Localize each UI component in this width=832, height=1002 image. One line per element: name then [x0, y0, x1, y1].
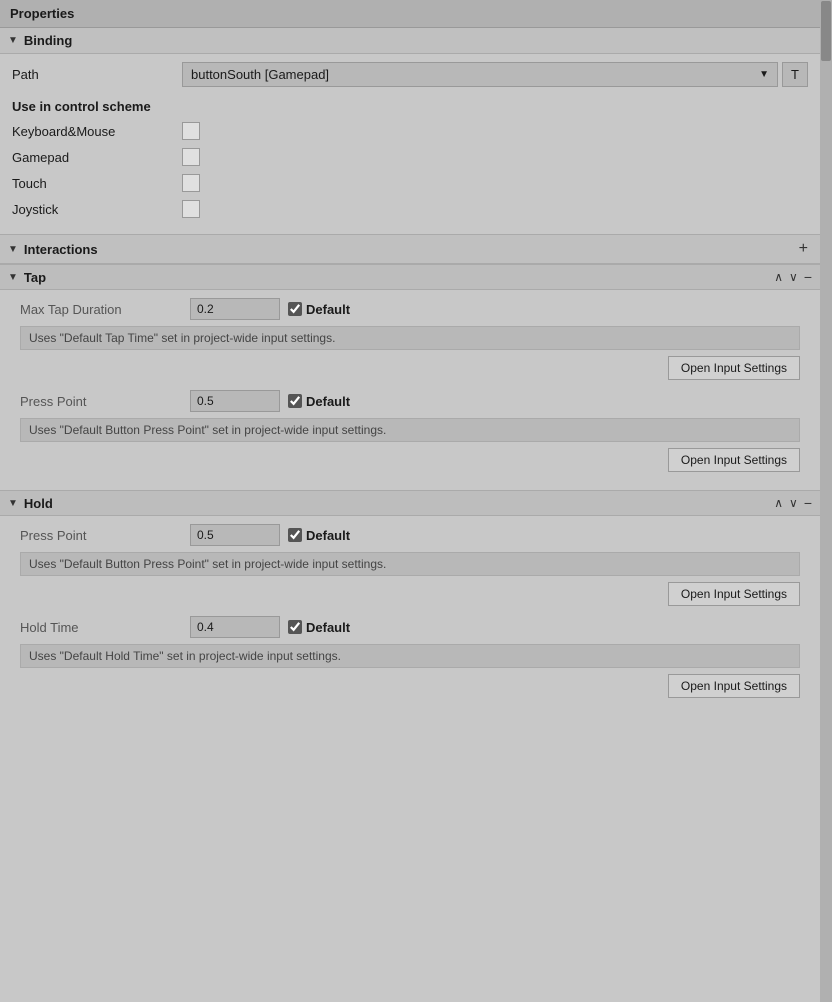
tap-press-point-default-group: Default: [288, 394, 350, 409]
hold-section-content: Press Point Default Uses "Default Button…: [0, 516, 820, 716]
path-value: buttonSouth [Gamepad]: [191, 67, 329, 82]
path-row: Path buttonSouth [Gamepad] ▼ T: [12, 62, 808, 87]
tap-press-point-row: Press Point Default: [20, 390, 800, 412]
control-scheme-label: Use in control scheme: [12, 99, 808, 114]
hold-open-input-settings-1[interactable]: Open Input Settings: [668, 582, 800, 606]
tap-down-icon[interactable]: ∨: [789, 270, 798, 284]
scheme-row-gamepad: Gamepad: [12, 148, 808, 166]
scheme-row-keyboard: Keyboard&Mouse: [12, 122, 808, 140]
tap-press-point-default-label: Default: [306, 394, 350, 409]
hold-press-point-label: Press Point: [20, 528, 190, 543]
binding-section-header[interactable]: ▼ Binding: [0, 28, 820, 54]
hold-time-default-label: Default: [306, 620, 350, 635]
scheme-touch-checkbox[interactable]: [182, 174, 200, 192]
hold-down-icon[interactable]: ∨: [789, 496, 798, 510]
scheme-keyboard-label: Keyboard&Mouse: [12, 124, 182, 139]
scheme-joystick-label: Joystick: [12, 202, 182, 217]
hold-time-default-checkbox[interactable]: [288, 620, 302, 634]
scheme-touch-label: Touch: [12, 176, 182, 191]
hold-press-point-row: Press Point Default: [20, 524, 800, 546]
scheme-gamepad-checkbox[interactable]: [182, 148, 200, 166]
tap-collapse-arrow: ▼: [8, 272, 18, 283]
hold-time-row: Hold Time Default: [20, 616, 800, 638]
hold-time-label: Hold Time: [20, 620, 190, 635]
path-dropdown[interactable]: buttonSouth [Gamepad] ▼: [182, 62, 778, 87]
hold-time-info: Uses "Default Hold Time" set in project-…: [20, 644, 800, 668]
max-tap-default-group: Default: [288, 302, 350, 317]
scrollbar-thumb[interactable]: [821, 1, 831, 61]
hold-open-input-settings-2[interactable]: Open Input Settings: [668, 674, 800, 698]
path-label: Path: [12, 67, 182, 82]
scrollbar[interactable]: [820, 0, 832, 1002]
panel-title-text: Properties: [10, 6, 74, 21]
hold-up-icon[interactable]: ∧: [774, 496, 783, 510]
max-tap-duration-label: Max Tap Duration: [20, 302, 190, 317]
hold-label: Hold: [24, 496, 774, 511]
path-dropdown-arrow: ▼: [759, 69, 769, 80]
tap-press-point-input[interactable]: [190, 390, 280, 412]
hold-remove-icon[interactable]: −: [804, 495, 812, 511]
content-area: Properties ▼ Binding Path buttonSouth [G…: [0, 0, 820, 716]
hold-press-point-input[interactable]: [190, 524, 280, 546]
hold-press-point-info: Uses "Default Button Press Point" set in…: [20, 552, 800, 576]
max-tap-duration-input[interactable]: [190, 298, 280, 320]
tap-controls: ∧ ∨ −: [774, 269, 812, 285]
hold-time-input[interactable]: [190, 616, 280, 638]
binding-section-label: Binding: [24, 33, 812, 48]
interactions-section-header[interactable]: ▼ Interactions +: [0, 235, 820, 264]
tap-open-input-settings-2[interactable]: Open Input Settings: [668, 448, 800, 472]
hold-press-point-default-group: Default: [288, 528, 350, 543]
interactions-collapse-arrow: ▼: [8, 244, 18, 255]
panel-title: Properties: [0, 0, 820, 28]
max-tap-info: Uses "Default Tap Time" set in project-w…: [20, 326, 800, 350]
tap-label: Tap: [24, 270, 774, 285]
interactions-section-label: Interactions: [24, 242, 795, 257]
hold-subsection-header[interactable]: ▼ Hold ∧ ∨ −: [0, 490, 820, 516]
scheme-joystick-checkbox[interactable]: [182, 200, 200, 218]
tap-section-content: Max Tap Duration Default Uses "Default T…: [0, 290, 820, 490]
tap-press-point-default-checkbox[interactable]: [288, 394, 302, 408]
tap-press-point-info: Uses "Default Button Press Point" set in…: [20, 418, 800, 442]
interactions-add-button[interactable]: +: [795, 240, 812, 258]
hold-controls: ∧ ∨ −: [774, 495, 812, 511]
tap-remove-icon[interactable]: −: [804, 269, 812, 285]
hold-time-default-group: Default: [288, 620, 350, 635]
binding-section-content: Path buttonSouth [Gamepad] ▼ T Use in co…: [0, 54, 820, 234]
tap-subsection-header[interactable]: ▼ Tap ∧ ∨ −: [0, 264, 820, 290]
max-tap-default-label: Default: [306, 302, 350, 317]
tap-open-input-settings-1[interactable]: Open Input Settings: [668, 356, 800, 380]
scheme-gamepad-label: Gamepad: [12, 150, 182, 165]
hold-press-point-default-checkbox[interactable]: [288, 528, 302, 542]
hold-press-point-default-label: Default: [306, 528, 350, 543]
tap-press-point-label: Press Point: [20, 394, 190, 409]
tap-up-icon[interactable]: ∧: [774, 270, 783, 284]
scheme-keyboard-checkbox[interactable]: [182, 122, 200, 140]
max-tap-duration-row: Max Tap Duration Default: [20, 298, 800, 320]
binding-collapse-arrow: ▼: [8, 35, 18, 46]
scheme-row-joystick: Joystick: [12, 200, 808, 218]
scheme-row-touch: Touch: [12, 174, 808, 192]
hold-collapse-arrow: ▼: [8, 498, 18, 509]
max-tap-default-checkbox[interactable]: [288, 302, 302, 316]
t-button[interactable]: T: [782, 62, 808, 87]
outer-wrap: Properties ▼ Binding Path buttonSouth [G…: [0, 0, 832, 1002]
